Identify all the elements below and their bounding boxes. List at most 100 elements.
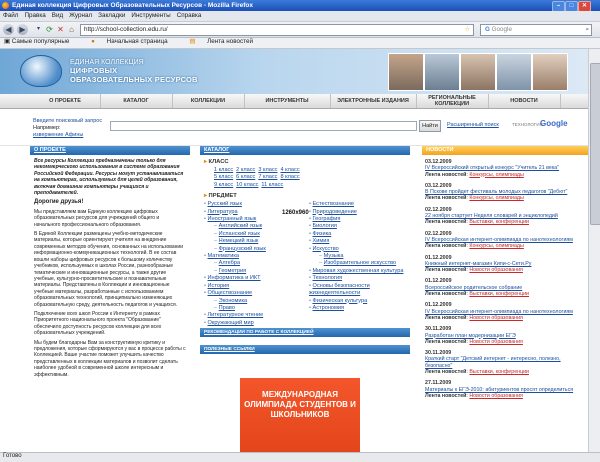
subject-label[interactable]: Физическая культура <box>313 298 368 304</box>
subject-label[interactable]: Французский язык <box>219 246 266 252</box>
news-category-link[interactable]: Выставки, конференции <box>469 219 529 225</box>
grade-link[interactable]: 4 класс <box>280 167 299 173</box>
subject-label[interactable]: Искусство <box>313 246 339 252</box>
subject-label[interactable]: Русский язык <box>208 201 242 207</box>
subject-label[interactable]: Информатика и ИКТ <box>208 275 261 281</box>
subject-link[interactable]: • Математика <box>200 253 305 260</box>
subject-label[interactable]: Основы безопасности жизнедеятельности <box>309 283 370 296</box>
useful-links-header[interactable]: ПОЛЕЗНЫЕ ССЫЛКИ <box>200 345 410 355</box>
grade-link[interactable]: 8 класс <box>280 174 299 180</box>
grade-link[interactable]: 10 класс <box>236 182 258 188</box>
bookmark-most-visited[interactable]: ▣ Самые популярные <box>4 38 79 45</box>
nav-electronic-editions[interactable]: ЭЛЕКТРОННЫЕ ИЗДАНИЯ <box>330 94 417 108</box>
subject-link[interactable]: • История <box>200 283 305 290</box>
subject-link[interactable]: • Естествознание <box>305 201 410 208</box>
subject-label[interactable]: Математика <box>208 253 240 259</box>
subject-label[interactable]: Окружающий мир <box>208 320 254 326</box>
search-box[interactable]: G Google ⌕ <box>480 24 592 36</box>
stop-icon[interactable]: ✕ <box>55 24 66 35</box>
grade-link[interactable]: 9 класс <box>214 182 233 188</box>
bookmark-star-icon[interactable]: ☆ <box>464 25 470 35</box>
bookmark-news-feed[interactable]: ▤ Лента новостей <box>189 38 263 45</box>
subject-link[interactable]: • Информатика и ИКТ <box>200 275 305 282</box>
grade-link[interactable]: 7 класс <box>258 174 277 180</box>
subject-label[interactable]: Обществознание <box>208 290 253 296</box>
subject-link[interactable]: • Природоведение <box>305 209 410 216</box>
grade-link[interactable]: 11 класс <box>261 182 283 188</box>
subject-sublink[interactable]: – Экономика <box>200 298 305 305</box>
subject-link[interactable]: • Русский язык <box>200 201 305 208</box>
catalog-header[interactable]: КАТАЛОГ <box>200 146 410 155</box>
subject-link[interactable]: • Окружающий мир <box>200 320 305 327</box>
news-category-link[interactable]: Конкурсы, олимпиады <box>469 195 523 201</box>
subject-sublink[interactable]: – Геометрия <box>200 268 305 275</box>
subject-label[interactable]: Литературное чтение <box>208 312 264 318</box>
news-category-link[interactable]: Выставки, конференции <box>469 291 529 297</box>
olympiad-banner[interactable]: МЕЖДУНАРОДНАЯ ОЛИМПИАДА СТУДЕНТОВ И ШКОЛ… <box>240 378 360 452</box>
advanced-search-link[interactable]: Расширенный поиск <box>447 122 499 128</box>
subject-label[interactable]: Английский язык <box>219 223 262 229</box>
subject-label[interactable]: Химия <box>313 238 330 244</box>
search-button[interactable]: Найти <box>419 120 441 132</box>
search-example-link[interactable]: извержение Афины <box>33 132 83 138</box>
subject-link[interactable]: • Физическая культура <box>305 298 410 305</box>
site-search-input[interactable] <box>110 121 417 131</box>
subject-label[interactable]: Литература <box>208 209 238 215</box>
subject-link[interactable]: • Биология <box>305 223 410 230</box>
subject-label[interactable]: История <box>208 283 230 289</box>
menu-help[interactable]: Справка <box>174 11 205 20</box>
subject-sublink[interactable]: – Английский язык <box>200 223 305 230</box>
subject-label[interactable]: Экономика <box>219 298 248 304</box>
recommendations-header[interactable]: РЕКОМЕНДАЦИИ ПО РАБОТЕ С КОЛЛЕКЦИЕЙ <box>200 328 410 338</box>
subject-sublink[interactable]: – Немецкий язык <box>200 238 305 245</box>
nav-regional-collections[interactable]: РЕГИОНАЛЬНЫЕ КОЛЛЕКЦИИ <box>416 94 489 108</box>
back-icon[interactable]: ◀ <box>3 24 14 35</box>
subject-label[interactable]: Право <box>219 305 235 311</box>
subject-sublink[interactable]: – Изобразительное искусство <box>305 260 410 267</box>
subject-label[interactable]: Иностранный язык <box>208 216 257 222</box>
grade-link[interactable]: 2 класс <box>236 167 255 173</box>
news-category-link[interactable]: Новости образования <box>469 267 523 273</box>
subject-sublink[interactable]: – Музыка <box>305 253 410 260</box>
subject-link[interactable]: • Искусство <box>305 246 410 253</box>
subject-link[interactable]: • Астрономия <box>305 305 410 312</box>
news-category-link[interactable]: Конкурсы, олимпиады <box>469 172 523 178</box>
subject-link[interactable]: • Технология <box>305 275 410 282</box>
grade-link[interactable]: 6 класс <box>236 174 255 180</box>
subject-label[interactable]: Природоведение <box>313 209 357 215</box>
forward-icon[interactable]: ▶ <box>17 24 28 35</box>
subject-label[interactable]: География <box>313 216 341 222</box>
subject-label[interactable]: Биология <box>313 223 337 229</box>
subject-link[interactable]: • Физика <box>305 231 410 238</box>
subject-link[interactable]: • Мировая художественная культура <box>305 268 410 275</box>
news-category-link[interactable]: Новости образования <box>469 315 523 321</box>
news-title-link[interactable]: Краткий старт "Детский интернет - интере… <box>425 356 585 369</box>
news-category-link[interactable]: Конкурсы, олимпиады <box>469 243 523 249</box>
nav-catalog[interactable]: КАТАЛОГ <box>100 94 173 108</box>
subject-label[interactable]: Изобразительное искусство <box>324 260 397 266</box>
address-bar[interactable]: http://school-collection.edu.ru/ ☆ <box>80 24 474 36</box>
nav-news[interactable]: НОВОСТИ <box>488 94 561 108</box>
subject-link[interactable]: • География <box>305 216 410 223</box>
site-logo[interactable] <box>20 55 62 87</box>
subject-link[interactable]: • Обществознание <box>200 290 305 297</box>
subject-link[interactable]: • Основы безопасности жизнедеятельности <box>305 283 410 298</box>
menu-edit[interactable]: Правка <box>21 11 48 20</box>
menu-history[interactable]: Журнал <box>66 11 95 20</box>
news-header[interactable]: НОВОСТИ <box>422 146 588 155</box>
menu-view[interactable]: Вид <box>49 11 66 20</box>
subject-sublink[interactable]: – Французский язык <box>200 246 305 253</box>
grade-link[interactable]: 1 класс <box>214 167 233 173</box>
menu-file[interactable]: Файл <box>0 11 21 20</box>
subject-label[interactable]: Геометрия <box>219 268 246 274</box>
nav-collections[interactable]: КОЛЛЕКЦИИ <box>172 94 245 108</box>
nav-tools[interactable]: ИНСТРУМЕНТЫ <box>244 94 331 108</box>
news-category-link[interactable]: Новости образования <box>469 393 523 399</box>
grade-link[interactable]: 5 класс <box>214 174 233 180</box>
vertical-scrollbar[interactable] <box>588 49 600 452</box>
home-icon[interactable]: ⌂ <box>66 24 77 35</box>
subject-label[interactable]: Физика <box>313 231 332 237</box>
scrollbar-thumb[interactable] <box>590 63 600 225</box>
bookmark-start-page[interactable]: ● Начальная страница <box>91 38 178 45</box>
grade-link[interactable]: 3 класс <box>258 167 277 173</box>
